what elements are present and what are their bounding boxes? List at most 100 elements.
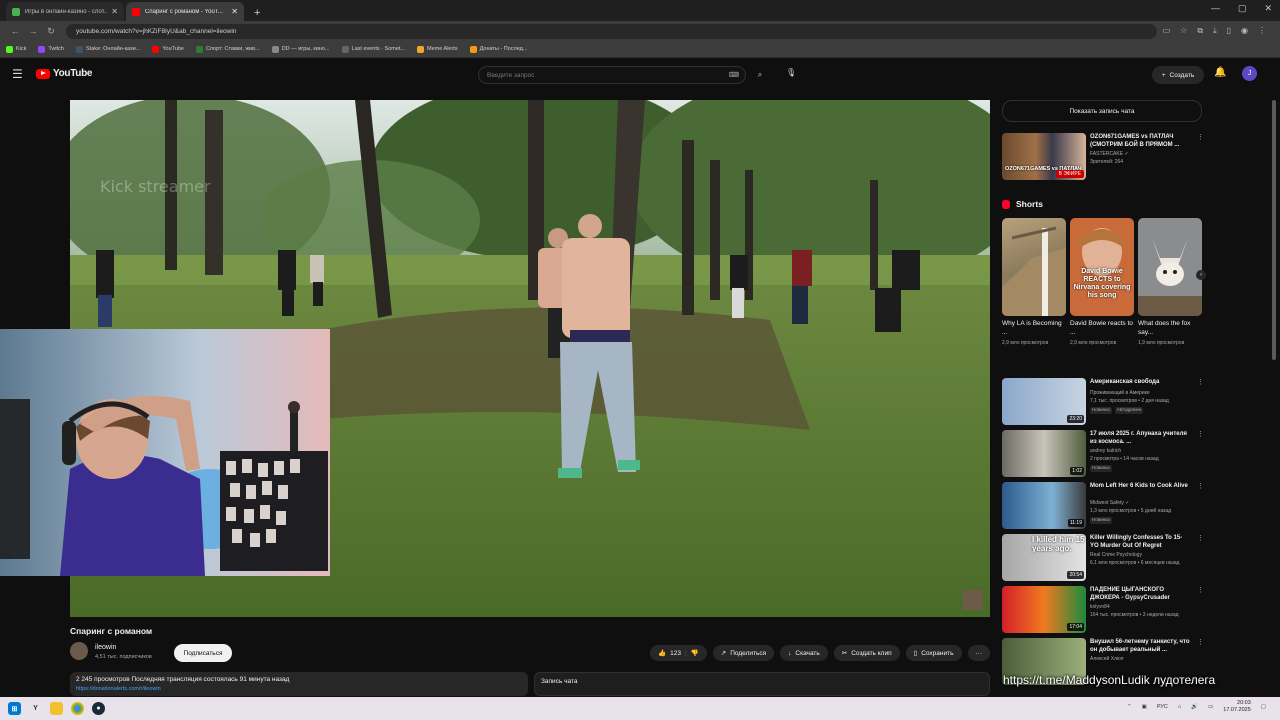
video-title[interactable]: Killer Willingly Confesses To 15-YO Murd…	[1090, 534, 1190, 550]
bookmark-meme-alerts[interactable]: Meme Alerts	[417, 45, 458, 53]
more-options-icon[interactable]: ⋮	[1197, 378, 1204, 386]
create-button[interactable]: + Создать	[1152, 66, 1204, 84]
description-box[interactable]: 2 245 просмотров Последняя трансляция со…	[70, 672, 528, 696]
video-title[interactable]: 17 июля 2025 г. Апунаха учителя из космо…	[1090, 430, 1190, 446]
save-button[interactable]: ▯ Сохранить	[905, 645, 962, 661]
clock[interactable]: 20:03 17.07.2025	[1223, 700, 1251, 714]
youtube-logo[interactable]: YouTube	[36, 68, 93, 79]
bookmark-last-events[interactable]: Last events · Somet...	[341, 45, 405, 53]
short-item[interactable]: Why LA is Becoming ... 2,9 млн просмотро…	[1002, 218, 1066, 347]
star-icon[interactable]: ☆	[1180, 26, 1187, 36]
video-thumbnail[interactable]: 23:20	[1002, 378, 1086, 425]
microphone-icon[interactable]: 🎙	[786, 68, 796, 77]
back-icon[interactable]: ←	[6, 26, 24, 36]
tray-app-icon[interactable]: ▣	[1142, 704, 1147, 710]
bookmark-kick[interactable]: Kick	[6, 45, 26, 53]
short-item[interactable]: What does the fox say... 1,9 млн просмот…	[1138, 218, 1202, 347]
download-icon[interactable]: ⤓	[1213, 26, 1217, 36]
profile-icon[interactable]: ◉	[1241, 26, 1248, 36]
video-item[interactable]: 1:02 17 июля 2025 г. Апунаха учителя из …	[1002, 430, 1204, 482]
video-thumbnail[interactable]: 17:04	[1002, 586, 1086, 633]
windows-start-icon[interactable]: ⊞	[8, 702, 21, 715]
live-recommendation[interactable]: OZON671GAMES vs ПАТЛАЧ В ЭФИРЕ OZON671GA…	[1002, 133, 1204, 181]
short-title[interactable]: What does the fox say...	[1138, 320, 1202, 338]
notifications-bell-icon[interactable]: 🔔	[1214, 67, 1226, 78]
shorts-next-arrow-icon[interactable]: ›	[1196, 270, 1206, 280]
live-title[interactable]: OZON671GAMES vs ПАТЛАЧ (СМОТРИМ БОЙ В ПР…	[1090, 133, 1190, 149]
live-thumbnail[interactable]: OZON671GAMES vs ПАТЛАЧ В ЭФИРЕ	[1002, 133, 1086, 180]
minimize-button[interactable]: —	[1211, 3, 1220, 14]
search-button[interactable]: ⌕	[750, 66, 770, 84]
page-scrollbar[interactable]	[1272, 100, 1276, 360]
volume-icon[interactable]: 🔊	[1191, 704, 1198, 710]
video-thumbnail[interactable]: 1:02	[1002, 430, 1086, 477]
video-title[interactable]: Американская свобода	[1090, 378, 1190, 386]
chrome-icon[interactable]	[71, 702, 84, 715]
more-options-icon[interactable]: ⋮	[1197, 586, 1204, 594]
sidebar-icon[interactable]: ▯	[1227, 26, 1231, 36]
bookmark-donations[interactable]: Донаты - Послед...	[469, 45, 527, 53]
video-item[interactable]: 17:04 ПАДЕНИЕ ЦЫГАНСКОГО ДЖОКЕРА - Gypsy…	[1002, 586, 1204, 638]
new-tab-button[interactable]: +	[246, 7, 268, 21]
short-thumbnail[interactable]: David Bowie REACTS to Nirvana covering h…	[1070, 218, 1134, 316]
notification-center-icon[interactable]: ▢	[1261, 704, 1266, 710]
description-link[interactable]: https://donationalerts.com/r/ileowin	[76, 686, 522, 692]
more-options-icon[interactable]: ⋮	[1197, 534, 1204, 542]
chat-replay-panel[interactable]: Запись чата	[534, 672, 990, 696]
yandex-browser-icon[interactable]: Y	[29, 702, 42, 715]
like-icon[interactable]: 👍	[658, 649, 666, 657]
extensions-icon[interactable]: ⧉	[1197, 26, 1203, 36]
network-icon[interactable]: ⌂	[1178, 704, 1181, 710]
url-input[interactable]: youtube.com/watch?v=jhKZiF8IyU&ab_channe…	[66, 23, 1157, 39]
file-explorer-icon[interactable]	[50, 702, 63, 715]
browser-menu-icon[interactable]: ⋮	[1258, 26, 1266, 36]
close-icon[interactable]: ✕	[231, 7, 238, 16]
bookmark-twitch[interactable]: Twitch	[38, 45, 64, 53]
download-button[interactable]: ↓ Скачать	[780, 645, 828, 661]
browser-tab-casino[interactable]: Игры в онлайн-казино - слот... ✕	[6, 2, 124, 21]
more-options-icon[interactable]: ⋮	[1197, 133, 1204, 141]
video-title[interactable]: Mom Left Her 6 Kids to Cook Alive	[1090, 482, 1190, 490]
short-title[interactable]: Why LA is Becoming ...	[1002, 320, 1066, 338]
channel-name[interactable]: ileowin	[95, 644, 116, 651]
forward-icon[interactable]: →	[24, 26, 42, 36]
short-thumbnail[interactable]	[1002, 218, 1066, 316]
more-options-icon[interactable]: ⋮	[1197, 482, 1204, 490]
browser-tab-youtube[interactable]: Спаринг с романом - YouT... ✕	[126, 2, 244, 21]
battery-icon[interactable]: ▭	[1208, 704, 1213, 710]
maximize-button[interactable]: ▢	[1238, 3, 1247, 14]
account-avatar[interactable]: J	[1242, 66, 1257, 81]
video-item[interactable]: 11:19 Mom Left Her 6 Kids to Cook Alive …	[1002, 482, 1204, 534]
more-actions-button[interactable]: ···	[967, 645, 990, 661]
cast-icon[interactable]: ▭	[1163, 26, 1171, 36]
more-options-icon[interactable]: ⋮	[1197, 638, 1204, 646]
close-icon[interactable]: ✕	[111, 7, 118, 16]
short-thumbnail[interactable]	[1138, 218, 1202, 316]
video-thumbnail[interactable]: I killed him 15 years ago. 20:54	[1002, 534, 1086, 581]
dislike-icon[interactable]: 👎	[691, 649, 699, 657]
search-input[interactable]: Введите запрос ⌨	[478, 66, 746, 84]
short-item[interactable]: David Bowie REACTS to Nirvana covering h…	[1070, 218, 1134, 347]
reload-icon[interactable]: ↻	[42, 26, 60, 37]
video-item[interactable]: 23:20 Американская свобода Проживающий в…	[1002, 378, 1204, 430]
subscribe-button[interactable]: Подписаться	[174, 644, 232, 662]
channel-avatar[interactable]	[70, 642, 88, 660]
video-thumbnail[interactable]: 11:19	[1002, 482, 1086, 529]
video-item[interactable]: I killed him 15 years ago. 20:54 Killer …	[1002, 534, 1204, 586]
close-window-button[interactable]: ✕	[1264, 3, 1272, 14]
keyboard-icon[interactable]: ⌨	[729, 71, 739, 79]
bookmark-youtube[interactable]: YouTube	[152, 45, 184, 53]
steam-icon[interactable]: ●	[92, 702, 105, 715]
share-button[interactable]: ↗ Поделиться	[712, 645, 775, 661]
show-chat-replay-button[interactable]: Показать запись чата	[1002, 100, 1202, 122]
chevron-up-icon[interactable]: ⌃	[1127, 704, 1132, 710]
clip-button[interactable]: ✂ Создать клип	[833, 645, 900, 661]
bookmark-stake[interactable]: Stake: Онлайн-кази...	[75, 45, 140, 53]
bookmark-dd[interactable]: DD — игры, кино...	[271, 45, 330, 53]
short-title[interactable]: David Bowie reacts to ...	[1070, 320, 1134, 338]
hamburger-menu-icon[interactable]: ☰	[12, 67, 23, 81]
video-title[interactable]: ПАДЕНИЕ ЦЫГАНСКОГО ДЖОКЕРА - GypsyCrusad…	[1090, 586, 1190, 602]
more-options-icon[interactable]: ⋮	[1197, 430, 1204, 438]
video-title[interactable]: Внушил 56-летнему танкисту, что он добыв…	[1090, 638, 1190, 654]
bookmark-sport[interactable]: Спорт: Ставки, жив...	[195, 45, 260, 53]
